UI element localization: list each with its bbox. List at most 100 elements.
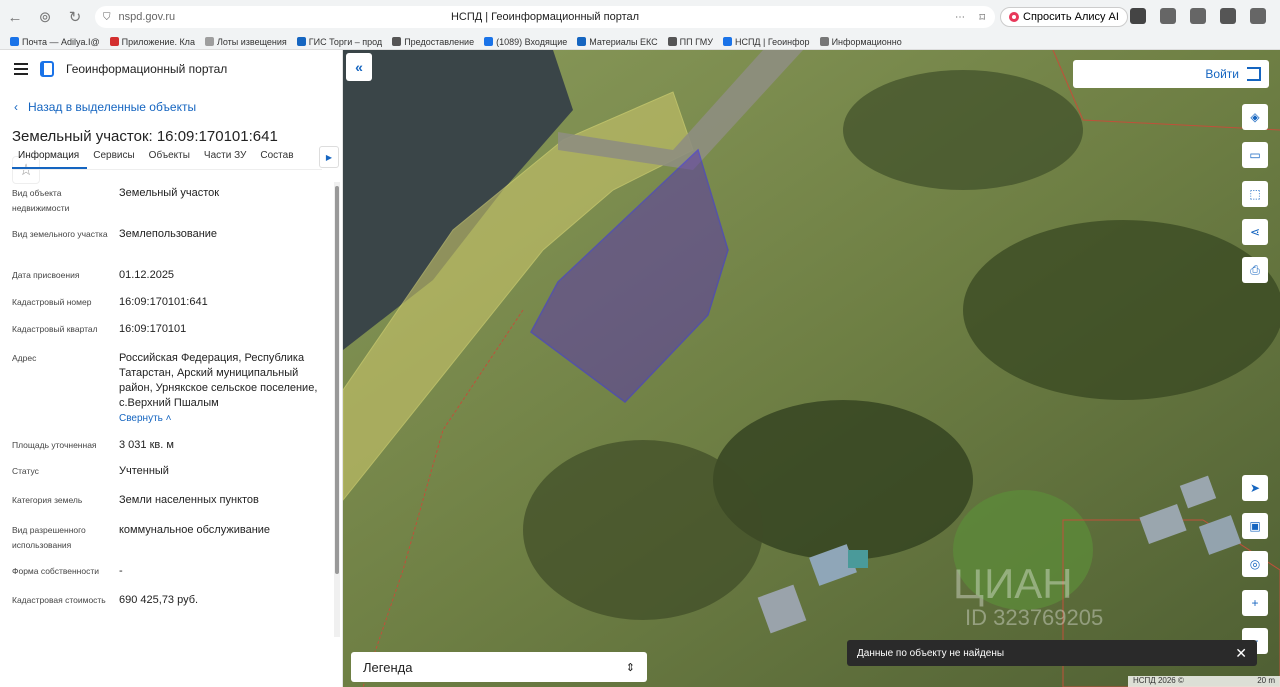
property-list: Вид объекта недвижимости Земельный участо… bbox=[12, 186, 328, 623]
caret-right-icon: ▶ bbox=[325, 152, 333, 162]
tab-objects[interactable]: Объекты bbox=[143, 146, 198, 169]
address-bar[interactable]: ⛉ nspd.gov.ru НСПД | Геоинформационный п… bbox=[95, 6, 995, 28]
map-view[interactable]: ЦИАН ID 323769205 bbox=[343, 50, 1280, 687]
layers-button[interactable]: ◈ bbox=[1242, 104, 1268, 130]
property-row: Форма собственности - bbox=[12, 564, 328, 593]
close-icon[interactable]: ✕ bbox=[1235, 645, 1247, 662]
scrollbar-thumb[interactable] bbox=[335, 186, 339, 574]
tab-services[interactable]: Сервисы bbox=[87, 146, 142, 169]
extension-icon[interactable] bbox=[1220, 8, 1236, 24]
property-label: Вид объекта недвижимости bbox=[12, 188, 70, 213]
bookmark-icon[interactable]: ⌑ bbox=[979, 11, 985, 24]
geo-point-button[interactable]: ◎ bbox=[1242, 551, 1268, 577]
bookmark-favicon-icon bbox=[204, 37, 214, 46]
property-value: 16:09:170101 bbox=[119, 323, 187, 335]
double-chevron-left-icon: « bbox=[355, 59, 363, 75]
app-title: Геоинформационный портал bbox=[66, 62, 228, 76]
chevron-left-icon: ‹ bbox=[14, 100, 18, 114]
tab-composition[interactable]: Состав bbox=[254, 146, 301, 169]
property-row: Адрес Российская Федерация, Республика Та… bbox=[12, 351, 328, 426]
reload-icon[interactable]: ↻ bbox=[60, 2, 90, 32]
property-value: Земли населенных пунктов bbox=[119, 494, 259, 506]
bookmark-favicon-icon bbox=[667, 37, 677, 46]
bookmark-favicon-icon bbox=[109, 37, 119, 46]
property-value: 01.12.2025 bbox=[119, 269, 175, 281]
browser-toolbar: ← ⊚ ↻ ⛉ nspd.gov.ru НСПД | Геоинформацио… bbox=[0, 0, 1280, 34]
shield-icon[interactable]: ⊚ bbox=[30, 2, 60, 32]
bookmark-favicon-icon bbox=[10, 37, 19, 46]
locate-button[interactable]: ➤ bbox=[1242, 475, 1268, 501]
login-icon bbox=[1247, 67, 1261, 81]
property-label: Категория земель bbox=[12, 495, 83, 505]
extension-icon[interactable] bbox=[1190, 8, 1206, 24]
bookmark-item[interactable]: ПП ГМУ bbox=[667, 37, 713, 47]
measure-button[interactable]: ▭ bbox=[1242, 142, 1268, 168]
bookmark-item[interactable]: Предоставление bbox=[392, 37, 474, 47]
property-value: Земельный участок bbox=[119, 187, 220, 199]
satellite-map[interactable]: ЦИАН ID 323769205 bbox=[343, 50, 1280, 687]
bookmark-favicon-icon bbox=[484, 37, 494, 46]
location-arrow-icon: ➤ bbox=[1249, 481, 1261, 495]
property-value: 3 031 кв. м bbox=[119, 439, 174, 451]
tab-parts[interactable]: Части ЗУ bbox=[198, 146, 254, 169]
bookmark-favicon-icon bbox=[819, 37, 829, 46]
property-row: Вид земельного участка Землепользование bbox=[12, 227, 328, 268]
property-value: Землепользование bbox=[119, 228, 218, 240]
property-value: - bbox=[119, 565, 123, 577]
bookmark-item[interactable]: Лоты извещения bbox=[204, 37, 287, 47]
extension-icon[interactable] bbox=[1130, 8, 1146, 24]
bookmark-item[interactable]: Материалы ЕКС bbox=[577, 37, 658, 47]
map-mode-button[interactable]: ▣ bbox=[1242, 513, 1268, 539]
scale-label: 20 m bbox=[1257, 676, 1275, 685]
menu-icon[interactable] bbox=[14, 60, 28, 78]
zoom-in-button[interactable]: + bbox=[1242, 590, 1268, 616]
watermark-text: ЦИАН bbox=[953, 560, 1073, 607]
select-area-button[interactable]: ⬚ bbox=[1242, 181, 1268, 207]
collapse-sidebar-button[interactable]: « bbox=[346, 53, 372, 81]
extension-icon[interactable] bbox=[1160, 8, 1176, 24]
ruler-icon: ▭ bbox=[1249, 148, 1261, 162]
ask-alice-button[interactable]: Спросить Алису AI bbox=[1000, 7, 1128, 27]
tab-info[interactable]: Информация bbox=[12, 146, 88, 169]
property-label: Вид разрешенного использования bbox=[12, 525, 86, 550]
collapse-address-link[interactable]: Свернуть ˄ bbox=[119, 411, 328, 426]
property-label: Кадастровый квартал bbox=[12, 324, 98, 334]
bookmarks-bar: Почта — Adilya.I@ Приложение. Кла Лоты изв… bbox=[0, 34, 1280, 50]
alice-icon bbox=[1009, 12, 1019, 22]
property-row: Дата присвоения 01.12.2025 bbox=[12, 268, 328, 295]
object-title: Земельный участок: 16:09:170101:641 bbox=[12, 128, 278, 145]
extension-icon[interactable] bbox=[1250, 8, 1266, 24]
property-label: Вид земельного участка bbox=[12, 229, 108, 239]
chevron-up-icon: ˄ bbox=[162, 413, 172, 424]
print-button[interactable]: ⎙ bbox=[1242, 257, 1268, 283]
sidebar-header: Геоинформационный портал bbox=[0, 50, 342, 88]
property-label: Площадь уточненная bbox=[12, 440, 97, 450]
bookmark-favicon-icon bbox=[577, 37, 587, 46]
property-value: 16:09:170101:641 bbox=[119, 296, 208, 308]
share-button[interactable]: ⋖ bbox=[1242, 219, 1268, 245]
property-label: Кадастровый номер bbox=[12, 297, 92, 307]
share-icon: ⋖ bbox=[1249, 225, 1261, 239]
property-row: Кадастровый квартал 16:09:170101 bbox=[12, 322, 328, 351]
tabs-scroll-right-button[interactable]: ▶ bbox=[319, 146, 339, 168]
legend-selector[interactable]: Легенда ⇕ bbox=[351, 652, 647, 682]
bookmark-item[interactable]: (1089) Входящие bbox=[484, 37, 567, 47]
property-label: Адрес bbox=[12, 353, 37, 363]
back-icon[interactable]: ← bbox=[0, 2, 30, 32]
bookmark-item[interactable]: Информационно bbox=[819, 37, 902, 47]
back-to-selected-link[interactable]: ‹ Назад в выделенные объекты bbox=[14, 100, 196, 114]
login-button[interactable]: Войти bbox=[1073, 60, 1269, 88]
bookmark-item[interactable]: Почта — Adilya.I@ bbox=[10, 37, 100, 47]
print-icon: ⎙ bbox=[1250, 262, 1260, 277]
bookmark-item[interactable]: Приложение. Кла bbox=[109, 37, 195, 47]
notification-toast: Данные по объекту не найдены ✕ bbox=[847, 640, 1257, 666]
property-value: коммунальное обслуживание bbox=[119, 524, 271, 536]
plus-icon: + bbox=[1251, 596, 1259, 610]
property-row: Вид разрешенного использования коммунальн… bbox=[12, 523, 328, 564]
map-attribution: НСПД 2026 © 20 m bbox=[1128, 676, 1280, 687]
tab-bar: Информация Сервисы Объекты Части ЗУ Сост… bbox=[12, 146, 322, 170]
more-icon[interactable]: ⋯ bbox=[955, 12, 965, 23]
bookmark-item[interactable]: ГИС Торги – прод bbox=[296, 37, 382, 47]
bookmark-item[interactable]: НСПД | Геоинфор bbox=[722, 37, 810, 47]
property-label: Статус bbox=[12, 466, 39, 476]
